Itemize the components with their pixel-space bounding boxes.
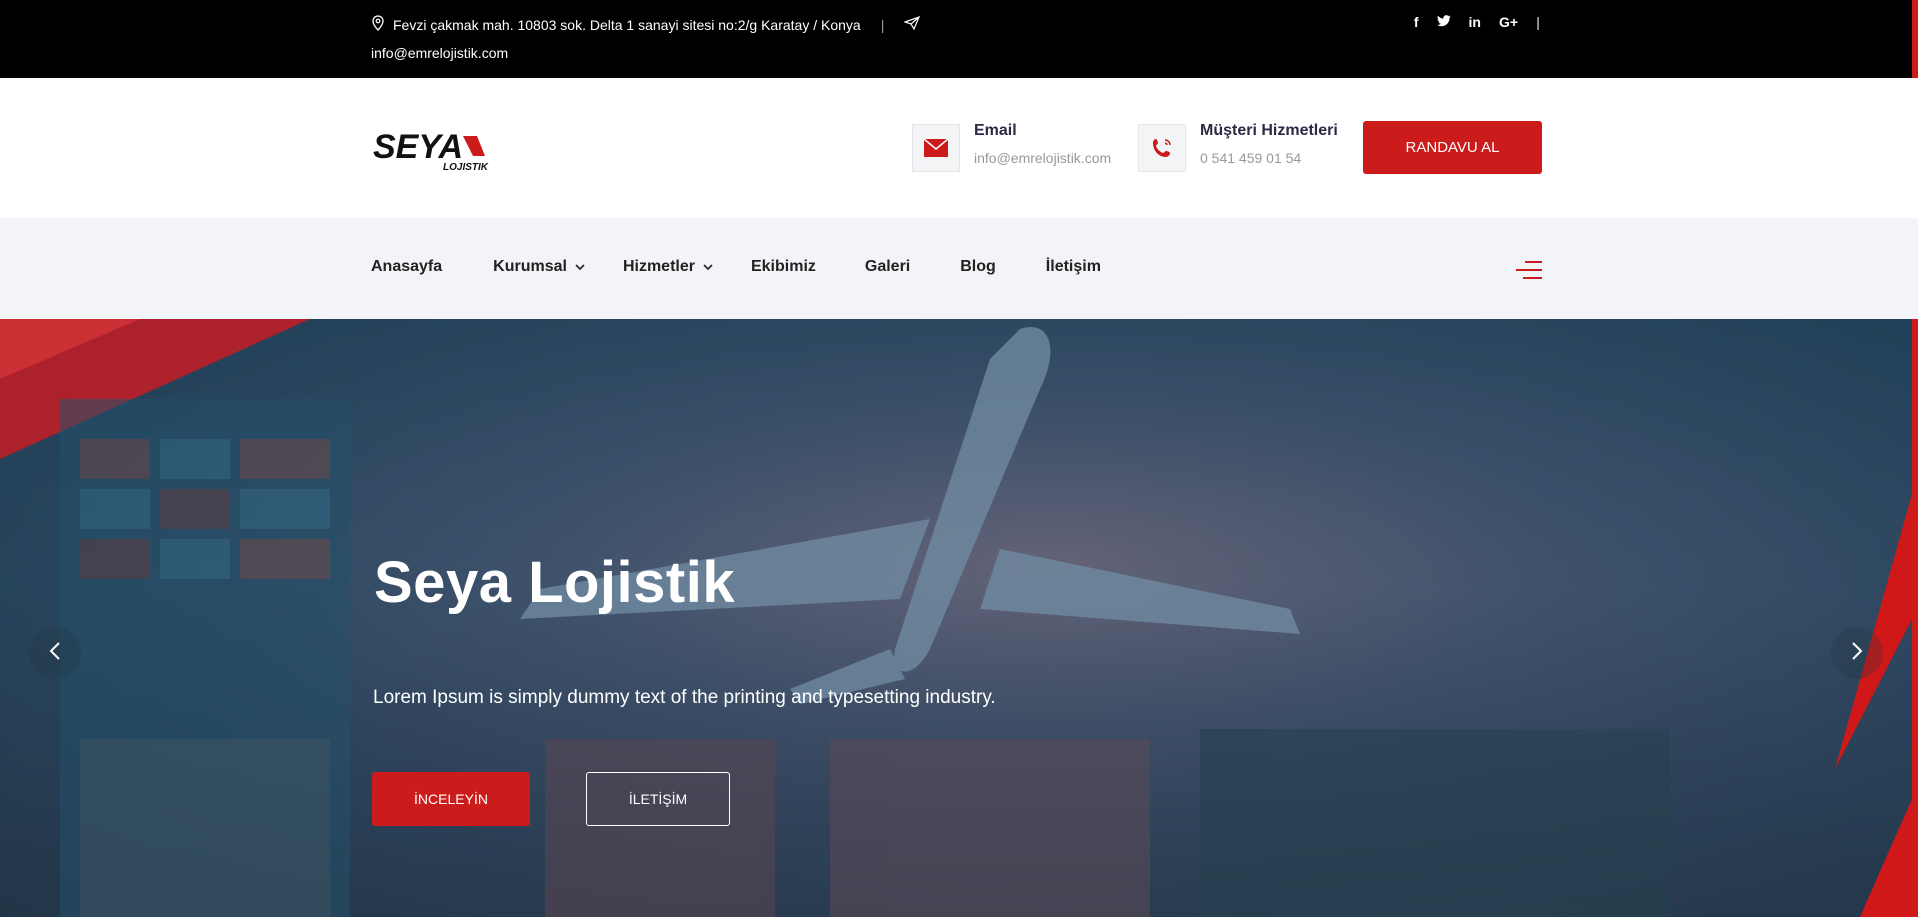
hero-background <box>0 319 1912 917</box>
phone-value[interactable]: 0 541 459 01 54 <box>1200 150 1338 166</box>
google-plus-icon[interactable]: G+ <box>1499 14 1518 30</box>
logo-subtext: LOJISTIK <box>443 162 489 172</box>
hero-subtitle: Lorem Ipsum is simply dummy text of the … <box>373 687 996 708</box>
appointment-button[interactable]: RANDAVU AL <box>1363 121 1542 174</box>
nav-item-anasayfa[interactable]: Anasayfa <box>371 258 442 276</box>
social-separator: | <box>1536 14 1540 30</box>
chevron-right-icon <box>1851 641 1863 666</box>
phone-icon <box>1138 124 1186 172</box>
topbar-email[interactable]: info@emrelojistik.com <box>371 45 508 61</box>
address-separator: | <box>880 16 885 33</box>
nav-item-blog[interactable]: Blog <box>960 258 996 276</box>
hero-title: Seya Lojistik <box>374 550 736 615</box>
contact-phone: Müşteri Hizmetleri 0 541 459 01 54 <box>1138 122 1338 172</box>
nav-item-galeri[interactable]: Galeri <box>865 258 910 276</box>
main-nav: Anasayfa Kurumsal Hizmetler Ekibimiz Gal… <box>0 218 1918 319</box>
facebook-icon[interactable]: f <box>1414 14 1419 30</box>
nav-label: İletişim <box>1045 258 1101 275</box>
header: SEYA LOJISTIK Email info@emrelojistik.co… <box>0 78 1918 218</box>
email-title: Email <box>974 122 1017 139</box>
top-bar: Fevzi çakmak mah. 10803 sok. Delta 1 san… <box>0 0 1918 917</box>
explore-button[interactable]: İNCELEYİN <box>372 772 530 826</box>
nav-item-ekibimiz[interactable]: Ekibimiz <box>751 258 816 276</box>
nav-label: Blog <box>960 258 996 275</box>
email-value[interactable]: info@emrelojistik.com <box>974 150 1111 166</box>
contact-email: Email info@emrelojistik.com <box>912 122 1111 172</box>
paper-plane-icon[interactable] <box>903 15 921 33</box>
envelope-icon <box>912 124 960 172</box>
nav-label: Hizmetler <box>622 258 695 275</box>
slider-prev-button[interactable] <box>29 627 81 679</box>
contact-button[interactable]: İLETİŞİM <box>586 772 730 826</box>
hero-slider: Seya Lojistik Lorem Ipsum is simply dumm… <box>0 319 1912 917</box>
logo[interactable]: SEYA LOJISTIK <box>373 128 509 173</box>
social-links: f in G+ | <box>1414 14 1540 30</box>
address-row: Fevzi çakmak mah. 10803 sok. Delta 1 san… <box>371 15 921 34</box>
phone-title: Müşteri Hizmetleri <box>1200 122 1338 139</box>
nav-label: Ekibimiz <box>750 258 816 275</box>
chevron-left-icon <box>49 641 61 666</box>
linkedin-icon[interactable]: in <box>1469 14 1481 30</box>
nav-label: Galeri <box>864 258 911 275</box>
logo-wordmark: SEYA <box>373 128 463 166</box>
nav-item-hizmetler[interactable]: Hizmetler <box>623 258 713 276</box>
hamburger-icon[interactable] <box>1515 260 1543 280</box>
twitter-icon[interactable] <box>1436 14 1451 30</box>
nav-item-kurumsal[interactable]: Kurumsal <box>493 258 585 276</box>
slider-next-button[interactable] <box>1831 627 1883 679</box>
nav-item-iletisim[interactable]: İletişim <box>1046 258 1101 276</box>
map-pin-icon <box>371 15 385 34</box>
nav-label: Kurumsal <box>493 258 567 275</box>
chevron-down-icon <box>703 258 713 276</box>
chevron-down-icon <box>575 258 585 276</box>
address-text: Fevzi çakmak mah. 10803 sok. Delta 1 san… <box>393 16 861 33</box>
nav-label: Anasayfa <box>371 258 443 275</box>
